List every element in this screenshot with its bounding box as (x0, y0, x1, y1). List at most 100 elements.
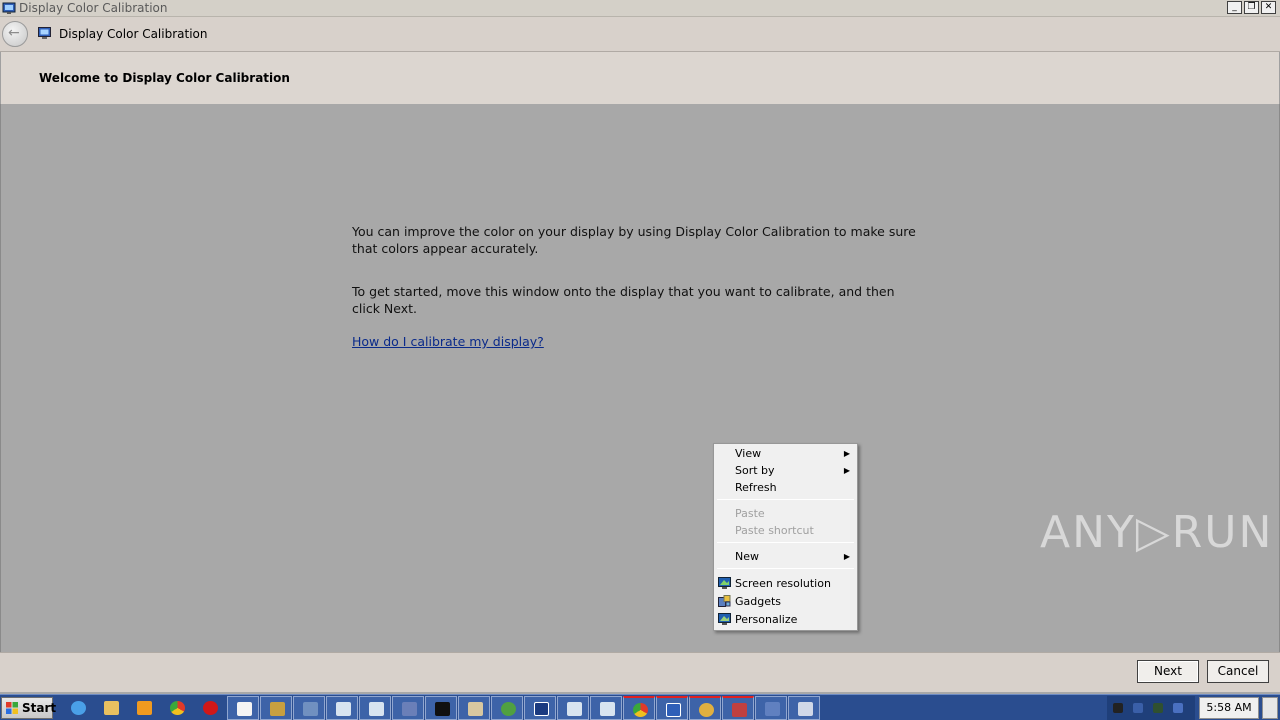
desktop-context-menu: View ▶ Sort by ▶ Refresh Paste Paste sho… (713, 443, 858, 631)
taskbar-item-window2[interactable] (359, 696, 391, 720)
display-calibration-icon (666, 703, 681, 717)
menu-item-label: Personalize (735, 613, 798, 626)
opera-icon (203, 701, 218, 715)
taskbar-items (62, 696, 820, 720)
submenu-arrow-icon: ▶ (843, 552, 850, 561)
taskbar-item-search[interactable] (689, 696, 721, 720)
taskbar-item-cmd[interactable] (425, 696, 457, 720)
menu-item-label: Sort by (735, 464, 775, 477)
tray-flag-icon[interactable] (1113, 703, 1123, 713)
user-icon (765, 702, 780, 716)
menu-item-sort-by[interactable]: Sort by ▶ (714, 462, 857, 479)
window-icon (600, 702, 615, 716)
printer-icon (468, 702, 483, 716)
window-icon (369, 702, 384, 716)
gadgets-icon (718, 595, 731, 607)
taskbar-item-opera[interactable] (194, 696, 226, 720)
taskbar-item-notepad[interactable] (227, 696, 259, 720)
window-icon (336, 702, 351, 716)
menu-item-refresh[interactable]: Refresh (714, 479, 857, 496)
taskbar-item-text-tool[interactable] (722, 696, 754, 720)
help-link[interactable]: How do I calibrate my display? (352, 334, 544, 349)
menu-item-label: New (735, 550, 759, 563)
taskbar-item-explorer[interactable] (95, 696, 127, 720)
show-desktop-button[interactable] (1262, 697, 1278, 719)
notepad-icon (237, 702, 252, 716)
wizard-footer: Next Cancel (0, 652, 1280, 692)
taskbar: Start 5:58 AM (0, 694, 1280, 720)
personalize-icon (718, 613, 731, 625)
menu-item-label: Paste shortcut (735, 524, 814, 537)
page-header: Welcome to Display Color Calibration (0, 52, 1280, 104)
taskbar-item-media[interactable] (128, 696, 160, 720)
taskbar-item-window4[interactable] (590, 696, 622, 720)
menu-item-label: Refresh (735, 481, 777, 494)
taskbar-item-control-panel[interactable] (788, 696, 820, 720)
menu-item-gadgets[interactable]: Gadgets (714, 593, 857, 610)
minimize-button[interactable]: _ (1227, 1, 1242, 14)
menu-item-label: Screen resolution (735, 577, 831, 590)
taskbar-item-window1[interactable] (326, 696, 358, 720)
intro-paragraph: You can improve the color on your displa… (352, 224, 916, 256)
next-button[interactable]: Next (1137, 660, 1199, 683)
taskbar-item-display[interactable] (524, 696, 556, 720)
taskbar-item-chrome2[interactable] (623, 696, 655, 720)
taskbar-item-flower[interactable] (491, 696, 523, 720)
taskbar-item-window3[interactable] (557, 696, 589, 720)
menu-item-paste: Paste (714, 505, 857, 522)
display-icon (534, 702, 549, 716)
instruction-paragraph: To get started, move this window onto th… (352, 284, 895, 316)
explorer-folder-icon (104, 701, 119, 715)
page-title: Welcome to Display Color Calibration (39, 71, 290, 85)
main-content: You can improve the color on your displa… (0, 104, 1280, 652)
anyrun-watermark: ANY▷RUN (1040, 507, 1274, 558)
flower-icon (501, 702, 516, 716)
window-icon (567, 702, 582, 716)
navigation-bar: ← Display Color Calibration (0, 17, 1280, 52)
taskbar-item-chrome[interactable] (161, 696, 193, 720)
network-status-icon[interactable] (1153, 703, 1163, 713)
windows-logo-icon (6, 702, 18, 714)
screen-resolution-icon (718, 577, 731, 589)
taskbar-item-tool[interactable] (392, 696, 424, 720)
menu-item-label: Paste (735, 507, 765, 520)
taskbar-item-registry[interactable] (260, 696, 292, 720)
submenu-arrow-icon: ▶ (843, 449, 850, 458)
menu-item-view[interactable]: View ▶ (714, 445, 857, 462)
menu-item-label: View (735, 447, 762, 460)
taskbar-item-calibration[interactable] (656, 696, 688, 720)
tool-icon (402, 702, 417, 716)
menu-item-label: Gadgets (735, 595, 782, 608)
taskbar-item-ie[interactable] (62, 696, 94, 720)
taskbar-clock[interactable]: 5:58 AM (1199, 697, 1259, 719)
close-button[interactable]: ✕ (1261, 1, 1276, 14)
chrome-icon (633, 703, 648, 717)
cancel-button[interactable]: Cancel (1207, 660, 1269, 683)
registry-icon (270, 702, 285, 716)
menu-item-new[interactable]: New ▶ (714, 548, 857, 565)
nav-title: Display Color Calibration (59, 27, 208, 41)
window-titlebar[interactable]: Display Color Calibration _ ❐ ✕ (0, 0, 1280, 17)
taskbar-item-network[interactable] (293, 696, 325, 720)
restore-button[interactable]: ❐ (1244, 1, 1259, 14)
media-player-icon (137, 701, 152, 715)
control-panel-icon (798, 702, 813, 716)
app-icon (2, 2, 16, 14)
taskbar-item-user[interactable] (755, 696, 787, 720)
start-label: Start (22, 701, 57, 715)
search-icon (699, 703, 714, 717)
back-arrow-icon: ← (8, 25, 20, 41)
action-center-icon[interactable] (1173, 703, 1183, 713)
volume-icon[interactable] (1133, 703, 1143, 713)
display-calibration-icon (38, 27, 51, 39)
network-icon (303, 702, 318, 716)
start-button[interactable]: Start (1, 697, 57, 719)
menu-separator (717, 499, 854, 500)
menu-item-personalize[interactable]: Personalize (714, 611, 857, 628)
taskbar-item-printer[interactable] (458, 696, 490, 720)
menu-item-paste-shortcut: Paste shortcut (714, 522, 857, 539)
menu-item-screen-resolution[interactable]: Screen resolution (714, 575, 857, 592)
back-button[interactable]: ← (2, 21, 28, 47)
menu-separator (717, 568, 854, 569)
window-title: Display Color Calibration (19, 1, 168, 15)
